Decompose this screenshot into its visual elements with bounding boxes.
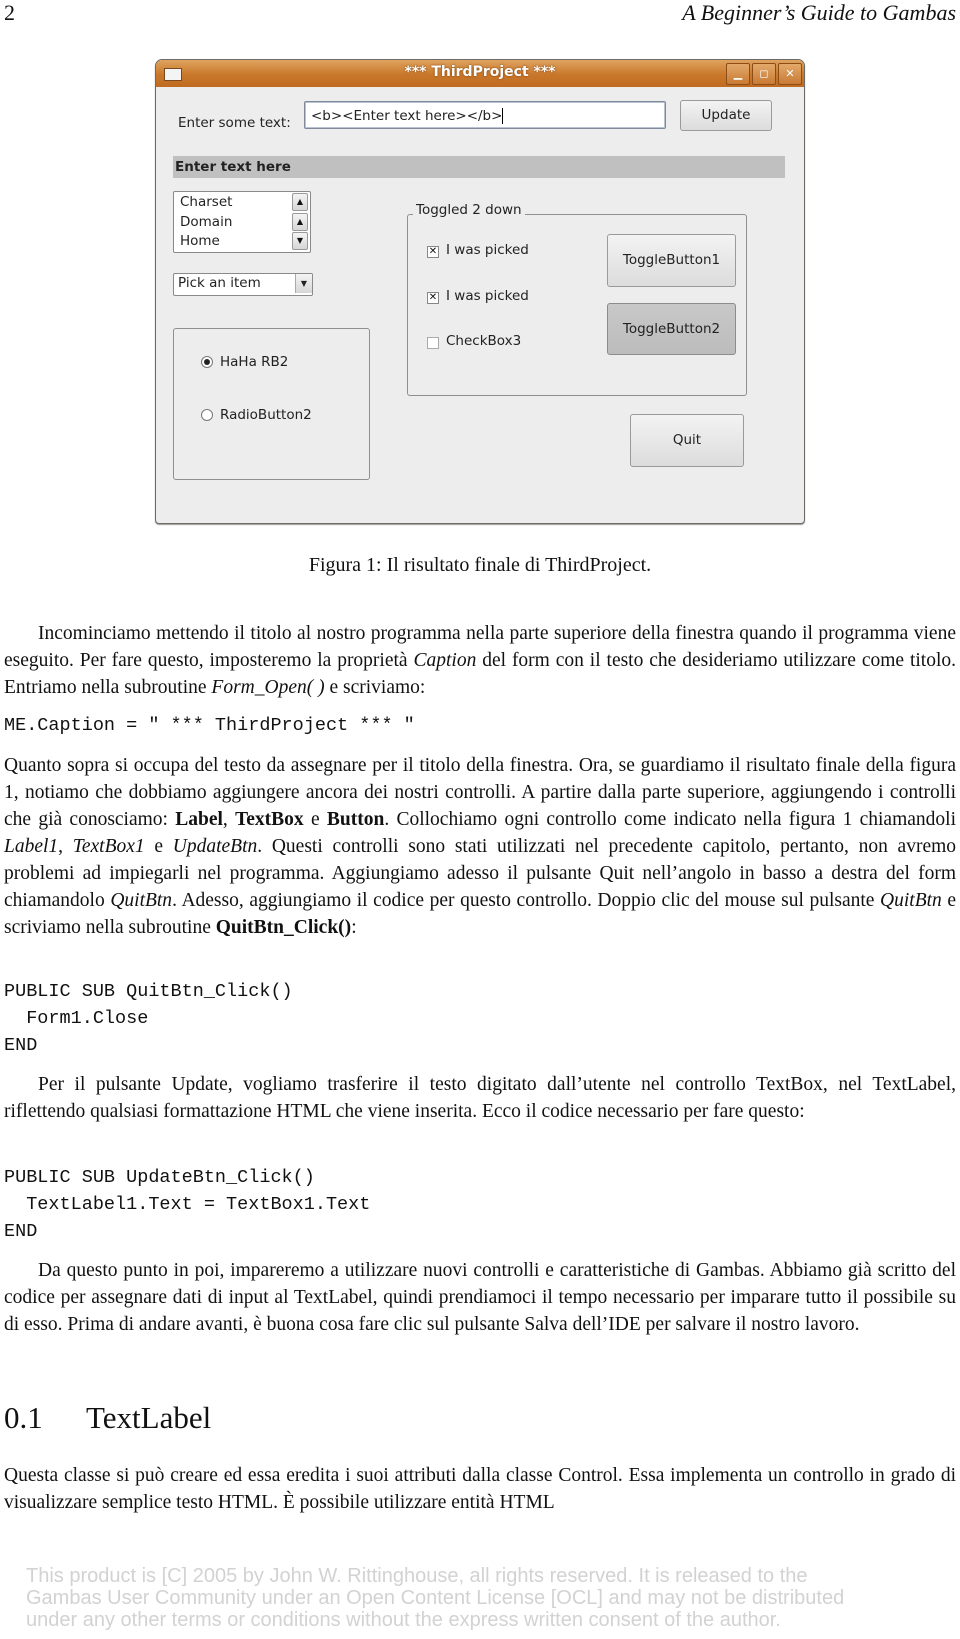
window-title: *** ThirdProject *** [404,64,556,80]
maximize-icon: ◻ [759,67,769,80]
item-combobox[interactable]: Pick an item ▼ [173,273,313,296]
paragraph-next: Da questo punto in poi, impareremo a uti… [4,1257,956,1338]
quit-button[interactable]: Quit [630,414,744,467]
text-run: e [303,809,327,830]
check-icon: ✕ [428,246,438,257]
text-run: e scriviamo: [324,677,426,698]
radio-radiobutton2[interactable] [201,409,213,421]
frame-title: Toggled 2 down [413,202,525,218]
section-heading: 0.1 TextLabel [4,1400,211,1436]
listbox[interactable]: Charset Domain Home ▲ ▲ ▼ [173,191,311,253]
emphasis-caption: Caption [413,650,477,671]
paragraph-intro: Incominciamo mettendo il titolo al nostr… [4,620,956,701]
name-textbox1: TextBox1 [72,836,145,857]
text-run: , [222,809,236,830]
thirdproject-window: *** ThirdProject *** ▁ ◻ ✕ Enter some te… [155,59,805,524]
code-updatebtn-click: PUBLIC SUB UpdateBtn_Click() TextLabel1.… [4,1167,371,1242]
close-button[interactable]: ✕ [778,63,802,85]
paragraph-update: Per il pulsante Update, vogliamo trasfer… [4,1071,956,1125]
list-item[interactable]: Domain [180,214,232,230]
text-run: Da questo punto in poi, impareremo a uti… [4,1260,956,1335]
name-updatebtn: UpdateBtn [172,836,258,857]
checkbox-label[interactable]: I was picked [446,288,529,304]
code-quitbtn-click: PUBLIC SUB QuitBtn_Click() Form1.Close E… [4,981,293,1056]
combobox-value: Pick an item [178,275,261,291]
radio-panel: HaHa RB2 RadioButton2 [173,328,370,480]
radio-label[interactable]: HaHa RB2 [220,354,288,370]
name-label1: Label1 [4,836,59,857]
text-run: , [58,836,73,857]
arrow-up-icon: ▲ [296,197,304,206]
maximize-button[interactable]: ◻ [752,63,776,85]
checkbox-label[interactable]: CheckBox3 [446,333,521,349]
term-textbox: TextBox [235,809,304,830]
minimize-icon: ▁ [733,67,743,80]
section-number: 0.1 [4,1400,43,1435]
name-quitbtn: QuitBtn [110,890,173,911]
checkbox-3[interactable] [427,337,439,349]
arrow-down-icon: ▼ [296,236,304,245]
arrow-up-icon: ▲ [296,217,304,226]
check-icon: ✕ [428,292,438,303]
footer-line: under any other terms or conditions with… [26,1609,781,1631]
chevron-down-icon: ▼ [300,279,308,288]
text-run: e [144,836,173,857]
license-footer: This product is [C] 2005 by John W. Ritt… [26,1565,844,1631]
checkbox-2[interactable]: ✕ [427,292,439,304]
scroll-up-button-2[interactable]: ▲ [292,213,308,231]
checkbox-label[interactable]: I was picked [446,242,529,258]
term-quitbtn-click: QuitBtn_Click() [215,917,352,938]
page-number: 2 [4,0,15,25]
text-run: Per il pulsante Update, vogliamo trasfer… [4,1074,956,1122]
text-run: : [351,917,357,938]
paragraph-controls: Quanto sopra si occupa del testo da asse… [4,752,956,941]
list-item[interactable]: Home [180,233,220,249]
toggle-button-2[interactable]: ToggleButton2 [607,303,736,355]
term-label: Label [175,809,223,830]
toggle-button-1[interactable]: ToggleButton1 [607,234,736,287]
section-title: TextLabel [86,1400,212,1435]
emphasis-form-open: Form_Open( ) [211,677,325,698]
text-caret [502,108,504,124]
text-input-value: <b><Enter text here></b> [311,108,503,124]
update-button[interactable]: Update [680,100,772,131]
footer-line: Gambas User Community under an Open Cont… [26,1587,845,1609]
scroll-up-button[interactable]: ▲ [292,193,308,211]
enter-text-label: Enter some text: [178,115,291,131]
text-label-display: Enter text here [173,156,785,178]
text-run: Questa classe si può creare ed essa ered… [4,1465,956,1513]
code-caption: ME.Caption = " *** ThirdProject *** " [4,715,415,736]
name-quitbtn: QuitBtn [880,890,942,911]
text-run: . Adesso, aggiungiamo il codice per ques… [172,890,881,911]
combobox-dropdown-button[interactable]: ▼ [295,274,312,293]
checkbox-1[interactable]: ✕ [427,246,439,258]
text-run: . Collochiamo ogni controllo come indica… [384,809,956,830]
radio-label[interactable]: RadioButton2 [220,407,312,423]
text-input[interactable]: <b><Enter text here></b> [304,101,666,129]
paragraph-textlabel: Questa classe si può creare ed essa ered… [4,1462,956,1516]
radio-haha-rb2[interactable] [201,356,213,368]
window-titlebar[interactable]: *** ThirdProject *** ▁ ◻ ✕ [156,60,804,87]
scroll-down-button[interactable]: ▼ [292,232,308,250]
close-icon: ✕ [785,67,795,80]
footer-line: This product is [C] 2005 by John W. Ritt… [26,1565,808,1587]
term-button: Button [326,809,385,830]
list-item[interactable]: Charset [180,194,232,210]
minimize-button[interactable]: ▁ [726,63,750,85]
figure-caption: Figura 1: Il risultato finale di ThirdPr… [308,554,652,576]
running-title: A Beginner’s Guide to Gambas [682,0,956,25]
